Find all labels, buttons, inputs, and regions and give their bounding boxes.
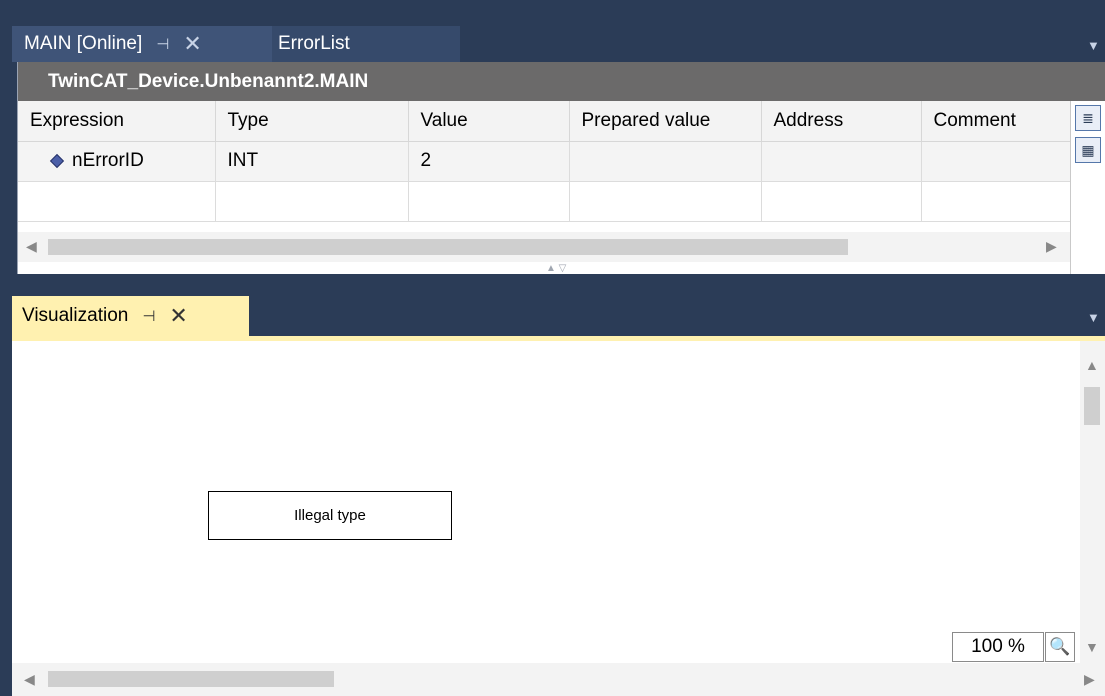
table-view-icon[interactable]: ▦: [1075, 137, 1101, 163]
table-header-row: Expression Type Value Prepared value Add…: [18, 101, 1071, 142]
scroll-right-icon[interactable]: ▶: [1046, 238, 1057, 255]
column-header-address[interactable]: Address: [761, 101, 922, 142]
tab-errorlist-label: ErrorList: [278, 33, 350, 54]
document-tab-strip: MAIN [Online] ⊣ ✕ ErrorList ▼: [12, 26, 1105, 62]
table-row[interactable]: nErrorID INT 2: [18, 141, 1071, 182]
instance-path-bar: TwinCAT_Device.Unbenannt2.MAIN: [18, 62, 1105, 101]
scrollbar-thumb[interactable]: [48, 671, 334, 687]
column-header-expression[interactable]: Expression: [18, 101, 216, 142]
expression-cell[interactable]: nErrorID: [18, 141, 216, 182]
visualization-tab-strip: Visualization ⊣ ✕ ▼: [12, 296, 1105, 336]
tab-main-online[interactable]: MAIN [Online] ⊣ ✕: [12, 26, 272, 62]
visualization-element[interactable]: Illegal type: [208, 491, 452, 540]
tree-view-icon[interactable]: ≣: [1075, 105, 1101, 131]
empty-cell: [761, 181, 922, 222]
expression-text: nErrorID: [72, 150, 144, 171]
close-icon[interactable]: ✕: [169, 305, 187, 327]
visualization-dropdown-icon[interactable]: ▼: [1087, 310, 1100, 325]
close-icon[interactable]: ✕: [183, 33, 201, 55]
tab-visualization-label: Visualization: [22, 305, 129, 326]
value-cell: 2: [408, 141, 570, 182]
empty-cell: [215, 181, 409, 222]
scroll-left-icon[interactable]: ◀: [26, 238, 37, 255]
comment-cell: [921, 141, 1071, 182]
splitter-handle-icon[interactable]: ▲ ▽: [546, 263, 566, 274]
empty-cell: [569, 181, 762, 222]
watch-table: Expression Type Value Prepared value Add…: [18, 101, 1071, 222]
column-header-comment[interactable]: Comment: [921, 101, 1071, 142]
scroll-up-icon[interactable]: ▲: [1085, 357, 1099, 373]
empty-cell[interactable]: [18, 181, 216, 222]
scroll-right-icon[interactable]: ▶: [1084, 671, 1095, 688]
address-cell: [761, 141, 922, 182]
instance-path: TwinCAT_Device.Unbenannt2.MAIN: [48, 71, 369, 92]
prepared-value-cell[interactable]: [569, 141, 762, 182]
visualization-element-text: Illegal type: [294, 507, 366, 524]
pin-icon[interactable]: ⊣: [156, 35, 169, 53]
scrollbar-thumb[interactable]: [1084, 387, 1100, 425]
tab-overflow-dropdown-icon[interactable]: ▼: [1087, 38, 1100, 53]
table-row-empty[interactable]: [18, 181, 1071, 222]
visualization-canvas[interactable]: Illegal type: [12, 341, 1080, 663]
scroll-down-icon[interactable]: ▼: [1085, 639, 1099, 655]
tab-main-online-label: MAIN [Online]: [24, 33, 143, 54]
empty-cell: [921, 181, 1071, 222]
visualization-horizontal-scrollbar[interactable]: ◀ ▶: [12, 663, 1105, 696]
pin-icon[interactable]: ⊣: [142, 307, 155, 325]
column-header-type[interactable]: Type: [215, 101, 409, 142]
visualization-vertical-scrollbar[interactable]: ▲ ▼: [1080, 341, 1105, 663]
tab-visualization[interactable]: Visualization ⊣ ✕: [12, 296, 249, 336]
zoom-level-text: 100 %: [971, 636, 1025, 657]
watch-toolbar: ≣ ▦: [1070, 101, 1105, 274]
zoom-icon[interactable]: 🔍: [1045, 632, 1075, 662]
ide-window: MAIN [Online] ⊣ ✕ ErrorList ▼ TwinCAT_De…: [0, 0, 1105, 696]
watch-panel: TwinCAT_Device.Unbenannt2.MAIN Expressio…: [17, 62, 1105, 274]
tab-errorlist[interactable]: ErrorList: [272, 26, 460, 62]
scrollbar-thumb[interactable]: [48, 239, 848, 255]
scroll-left-icon[interactable]: ◀: [24, 671, 35, 688]
column-header-value[interactable]: Value: [408, 101, 570, 142]
watch-horizontal-scrollbar[interactable]: ◀ ▶: [18, 232, 1070, 262]
type-cell: INT: [215, 141, 409, 182]
zoom-level[interactable]: 100 %: [952, 632, 1044, 662]
empty-cell: [408, 181, 570, 222]
column-header-prepared-value[interactable]: Prepared value: [569, 101, 762, 142]
variable-icon: [49, 153, 65, 169]
